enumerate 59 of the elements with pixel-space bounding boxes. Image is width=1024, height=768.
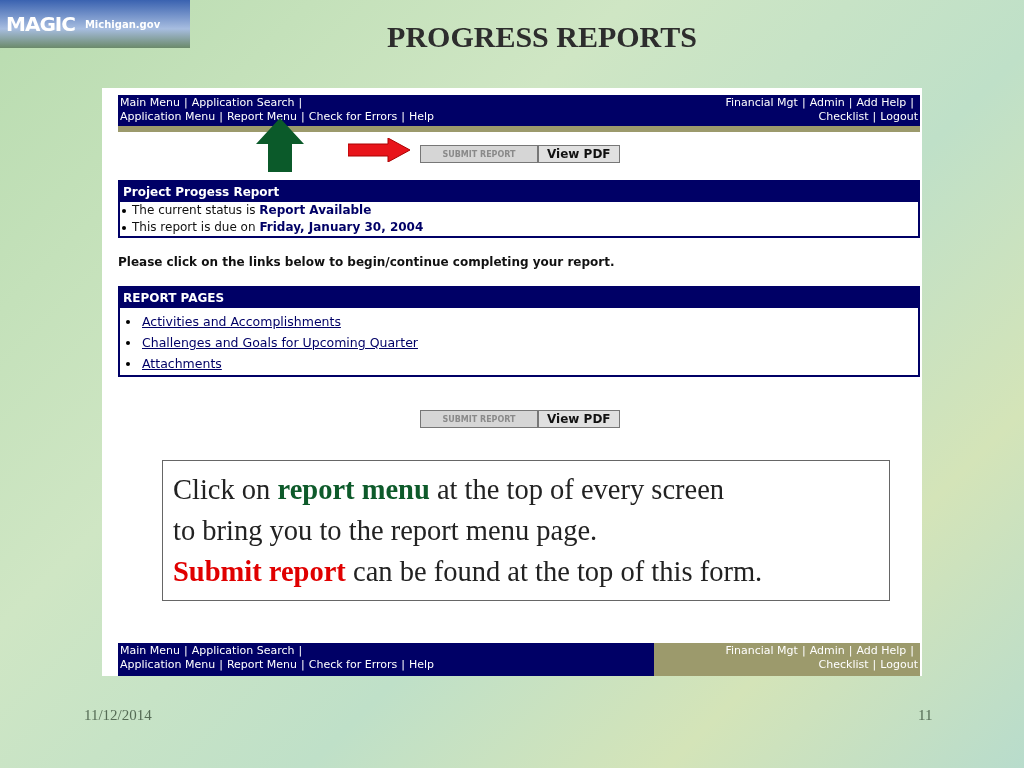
nav-link[interactable]: Admin — [809, 96, 845, 109]
nav-separator: | — [300, 110, 306, 123]
bullet-icon — [122, 209, 126, 213]
nav-separator: | — [300, 658, 306, 671]
nav-separator: | — [218, 110, 224, 123]
report-page-link[interactable]: Attachments — [142, 353, 222, 374]
nav-link[interactable]: Report Menu — [226, 658, 298, 671]
nav-link[interactable]: Report Menu — [226, 110, 298, 123]
nav-separator: | — [847, 644, 854, 657]
callout-text: Submit report can be found at the top of this form. — [173, 555, 764, 589]
report-page-link[interactable]: Activities and Accomplishments — [142, 311, 341, 332]
bullet-icon — [126, 320, 130, 324]
instructions-text: Please click on the links below to begin/continue completing your report. — [118, 255, 616, 269]
bullet-icon — [122, 226, 126, 230]
nav-link[interactable]: Add Help — [856, 96, 907, 109]
slide-date: 11/12/2014 — [84, 707, 152, 724]
view-pdf-button[interactable]: View PDF — [538, 410, 620, 428]
nav-link[interactable]: Main Menu — [120, 644, 180, 657]
nav-separator: | — [400, 658, 406, 671]
bullet-icon — [126, 341, 130, 345]
nav-separator: | — [800, 644, 807, 657]
nav-link[interactable]: Main Menu — [120, 96, 180, 109]
nav-separator: | — [871, 110, 878, 123]
slide-number: 11 — [918, 707, 933, 724]
nav-link[interactable]: Application Search — [191, 96, 295, 109]
nav-link[interactable]: Logout — [880, 110, 918, 123]
panel-title: REPORT PAGES — [120, 288, 918, 308]
report-page-link[interactable]: Challenges and Goals for Upcoming Quarter — [142, 332, 418, 353]
nav-separator: | — [909, 96, 915, 109]
nav-link[interactable]: Application Menu — [120, 110, 216, 123]
nav-separator: | — [847, 96, 854, 109]
nav-separator: | — [182, 644, 189, 657]
slide-title: PROGRESS REPORTS — [386, 20, 698, 54]
logo-text: MAGIC — [6, 12, 75, 36]
nav-link[interactable]: Help — [409, 110, 435, 123]
nav-separator: | — [400, 110, 406, 123]
nav-separator: | — [182, 96, 189, 109]
nav-link[interactable]: Application Menu — [120, 658, 216, 671]
nav-link[interactable]: Help — [409, 658, 435, 671]
nav-link[interactable]: Checklist — [818, 110, 869, 123]
status-text: This report is due on Friday, January 30, 2004 — [132, 219, 424, 236]
nav-separator: | — [800, 96, 807, 109]
right-arrow-icon — [348, 138, 410, 162]
logo-site-text: Michigan.gov — [84, 18, 161, 30]
callout-text: to bring you to the report menu page. — [173, 514, 599, 548]
view-pdf-button[interactable]: View PDF — [538, 145, 620, 163]
nav-link[interactable]: Check for Errors — [308, 110, 398, 123]
status-text: The current status is Report Available — [132, 202, 372, 219]
nav-separator: | — [909, 644, 915, 657]
nav-separator: | — [871, 658, 878, 671]
panel-title: Project Progess Report — [120, 182, 918, 202]
nav-separator: | — [218, 658, 224, 671]
bullet-icon — [126, 362, 130, 366]
nav-separator: | — [297, 96, 304, 109]
nav-separator: | — [297, 644, 304, 657]
nav-link[interactable]: Financial Mgt — [725, 96, 798, 109]
nav-link[interactable]: Application Search — [191, 644, 295, 657]
nav-link[interactable]: Check for Errors — [308, 658, 398, 671]
callout-text: Click on report menu at the top of every screen — [173, 473, 726, 507]
